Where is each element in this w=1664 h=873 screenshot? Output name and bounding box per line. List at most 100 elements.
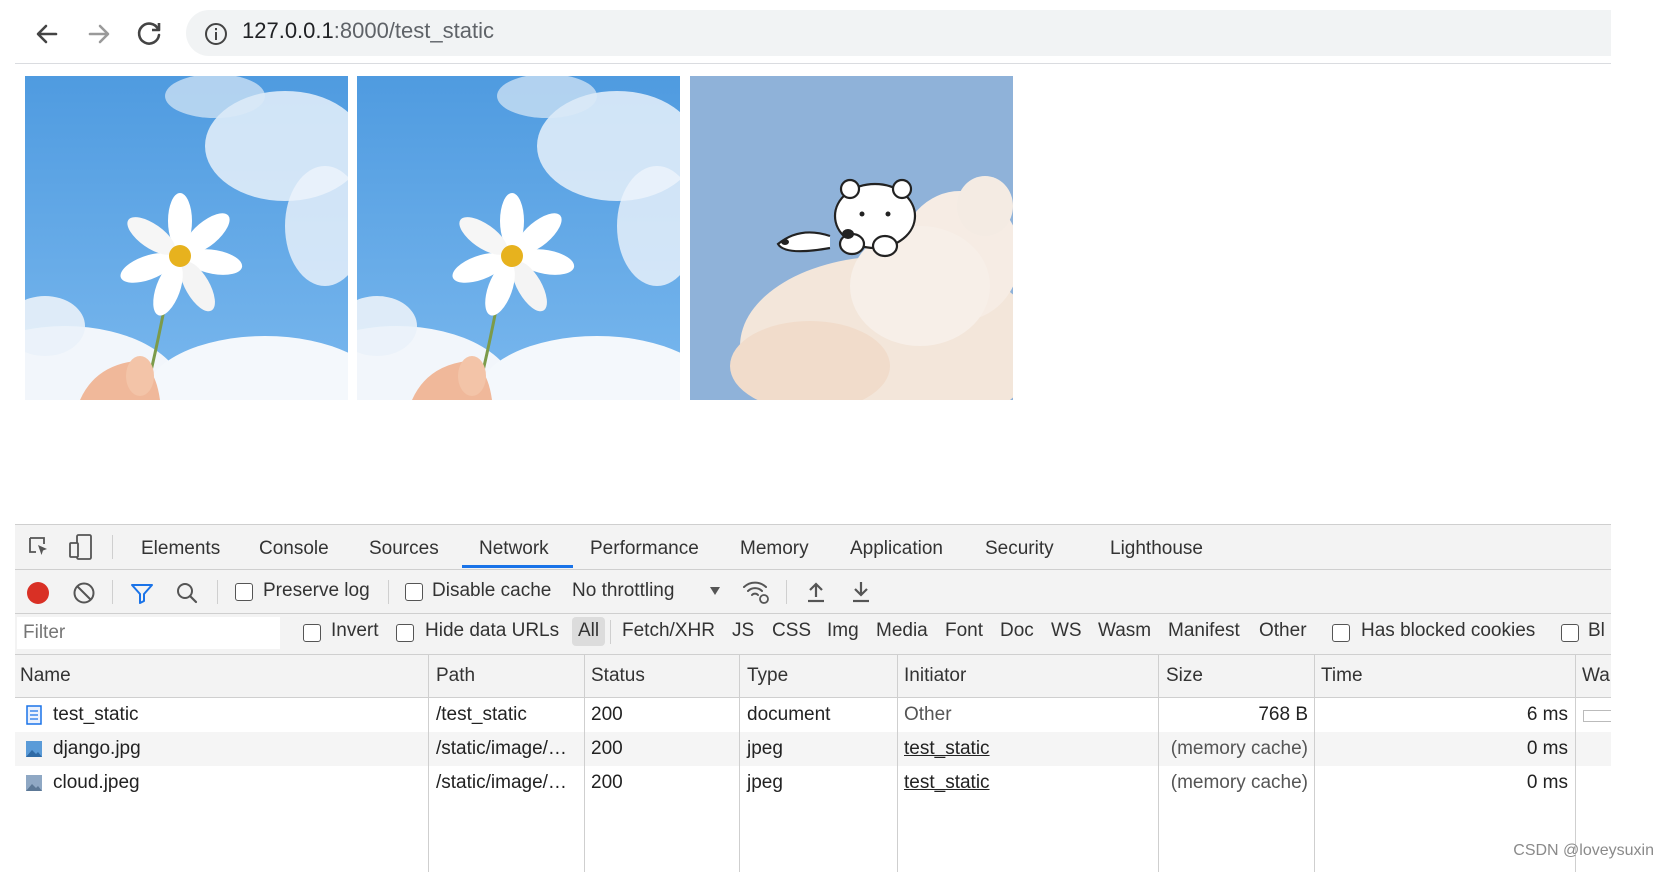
- column-divider[interactable]: [1575, 655, 1576, 872]
- request-name[interactable]: django.jpg: [53, 738, 141, 760]
- request-name[interactable]: cloud.jpeg: [53, 772, 140, 794]
- column-initiator[interactable]: Initiator: [904, 665, 966, 687]
- filter-type-css[interactable]: CSS: [772, 620, 811, 642]
- disable-cache-label: Disable cache: [432, 580, 552, 601]
- column-path[interactable]: Path: [436, 665, 475, 687]
- flower-image-1: [25, 76, 348, 400]
- back-button[interactable]: [29, 16, 65, 52]
- column-divider[interactable]: [897, 655, 898, 872]
- filter-type-doc[interactable]: Doc: [1000, 620, 1034, 642]
- tab-security[interactable]: Security: [985, 538, 1054, 560]
- export-har-icon[interactable]: [849, 579, 873, 605]
- document-icon: [26, 705, 42, 725]
- reload-button[interactable]: [132, 16, 168, 52]
- info-icon[interactable]: [204, 22, 228, 46]
- invert-label: Invert: [331, 620, 379, 641]
- table-row[interactable]: [15, 732, 1611, 766]
- filter-separator: [610, 620, 611, 644]
- request-time: 0 ms: [1526, 772, 1568, 793]
- request-size: (memory cache): [1170, 772, 1308, 793]
- initiator-link[interactable]: test_static: [904, 738, 990, 760]
- request-status: 200: [591, 704, 623, 725]
- hide-data-urls-label: Hide data URLs: [425, 620, 560, 641]
- column-type[interactable]: Type: [747, 665, 788, 687]
- dropdown-arrow-icon[interactable]: [708, 584, 722, 598]
- request-time: 6 ms: [1526, 704, 1568, 725]
- filter-icon[interactable]: [129, 580, 155, 606]
- back-arrow-icon: [36, 24, 58, 44]
- filter-type-manifest[interactable]: Manifest: [1168, 620, 1240, 642]
- image-file-icon: [26, 741, 42, 757]
- tab-network[interactable]: Network: [479, 538, 549, 560]
- column-time[interactable]: Time: [1321, 665, 1363, 687]
- column-status[interactable]: Status: [591, 665, 645, 687]
- toolbar-separator: [217, 580, 218, 604]
- request-type: document: [747, 704, 831, 725]
- tab-performance[interactable]: Performance: [590, 538, 699, 560]
- filter-type-media[interactable]: Media: [876, 620, 928, 642]
- has-blocked-cookies-checkbox[interactable]: [1332, 624, 1350, 642]
- url-text[interactable]: 127.0.0.1:8000/test_static: [242, 18, 494, 44]
- search-icon[interactable]: [174, 580, 200, 606]
- reload-icon: [137, 22, 161, 45]
- column-divider[interactable]: [1314, 655, 1315, 872]
- url-path: :8000/test_static: [333, 18, 494, 43]
- network-conditions-icon[interactable]: [741, 578, 771, 606]
- filter-type-other[interactable]: Other: [1259, 620, 1307, 642]
- disable-cache-checkbox[interactable]: [405, 583, 423, 601]
- request-type: jpeg: [747, 772, 783, 793]
- request-size: (memory cache): [1170, 738, 1308, 759]
- tab-sources[interactable]: Sources: [369, 538, 439, 560]
- clear-icon[interactable]: [71, 580, 97, 606]
- column-divider[interactable]: [739, 655, 740, 872]
- column-name[interactable]: Name: [20, 665, 71, 687]
- column-divider[interactable]: [584, 655, 585, 872]
- filter-input[interactable]: [17, 617, 280, 649]
- request-initiator: Other: [904, 704, 952, 725]
- filter-type-img[interactable]: Img: [827, 620, 859, 642]
- inspect-element-icon[interactable]: [27, 535, 51, 559]
- request-path: /static/image/…: [436, 772, 567, 793]
- record-icon[interactable]: [25, 580, 51, 606]
- filter-type-all[interactable]: All: [578, 620, 599, 642]
- requests-table-header: [15, 655, 1611, 698]
- filter-type-fetch-xhr[interactable]: Fetch/XHR: [622, 620, 715, 642]
- device-toolbar-icon[interactable]: [68, 533, 94, 561]
- column-size[interactable]: Size: [1166, 665, 1203, 687]
- request-type: jpeg: [747, 738, 783, 759]
- flower-image-2: [357, 76, 680, 400]
- column-divider[interactable]: [428, 655, 429, 872]
- toolbar-separator: [112, 580, 113, 604]
- filter-type-ws[interactable]: WS: [1051, 620, 1082, 642]
- request-status: 200: [591, 738, 623, 759]
- invert-checkbox[interactable]: [303, 624, 321, 642]
- initiator-link[interactable]: test_static: [904, 772, 990, 794]
- request-path: /test_static: [436, 704, 527, 725]
- filter-type-font[interactable]: Font: [945, 620, 983, 642]
- cloud-bear-image: [690, 76, 1013, 400]
- table-row[interactable]: [15, 766, 1611, 800]
- url-host: 127.0.0.1: [242, 18, 334, 43]
- tabbar-separator: [112, 535, 113, 559]
- tab-application[interactable]: Application: [850, 538, 943, 560]
- column-waterfall[interactable]: Wa: [1582, 665, 1610, 687]
- request-name[interactable]: test_static: [53, 704, 139, 726]
- hide-data-urls-checkbox[interactable]: [396, 624, 414, 642]
- import-har-icon[interactable]: [804, 579, 828, 605]
- toolbar-separator: [388, 580, 389, 604]
- image-file-icon: [26, 775, 42, 791]
- tab-console[interactable]: Console: [259, 538, 329, 560]
- filter-type-wasm[interactable]: Wasm: [1098, 620, 1151, 642]
- tab-memory[interactable]: Memory: [740, 538, 809, 560]
- filter-type-js[interactable]: JS: [732, 620, 754, 642]
- blocked-requests-checkbox[interactable]: [1561, 624, 1579, 642]
- has-blocked-cookies-label: Has blocked cookies: [1361, 620, 1536, 641]
- preserve-log-checkbox[interactable]: [235, 583, 253, 601]
- request-path: /static/image/…: [436, 738, 567, 759]
- column-divider[interactable]: [1158, 655, 1159, 872]
- throttling-select[interactable]: No throttling: [572, 580, 674, 602]
- tab-lighthouse[interactable]: Lighthouse: [1110, 538, 1203, 560]
- forward-button[interactable]: [81, 16, 117, 52]
- tab-elements[interactable]: Elements: [141, 538, 220, 560]
- watermark: CSDN @loveysuxin: [1513, 842, 1654, 859]
